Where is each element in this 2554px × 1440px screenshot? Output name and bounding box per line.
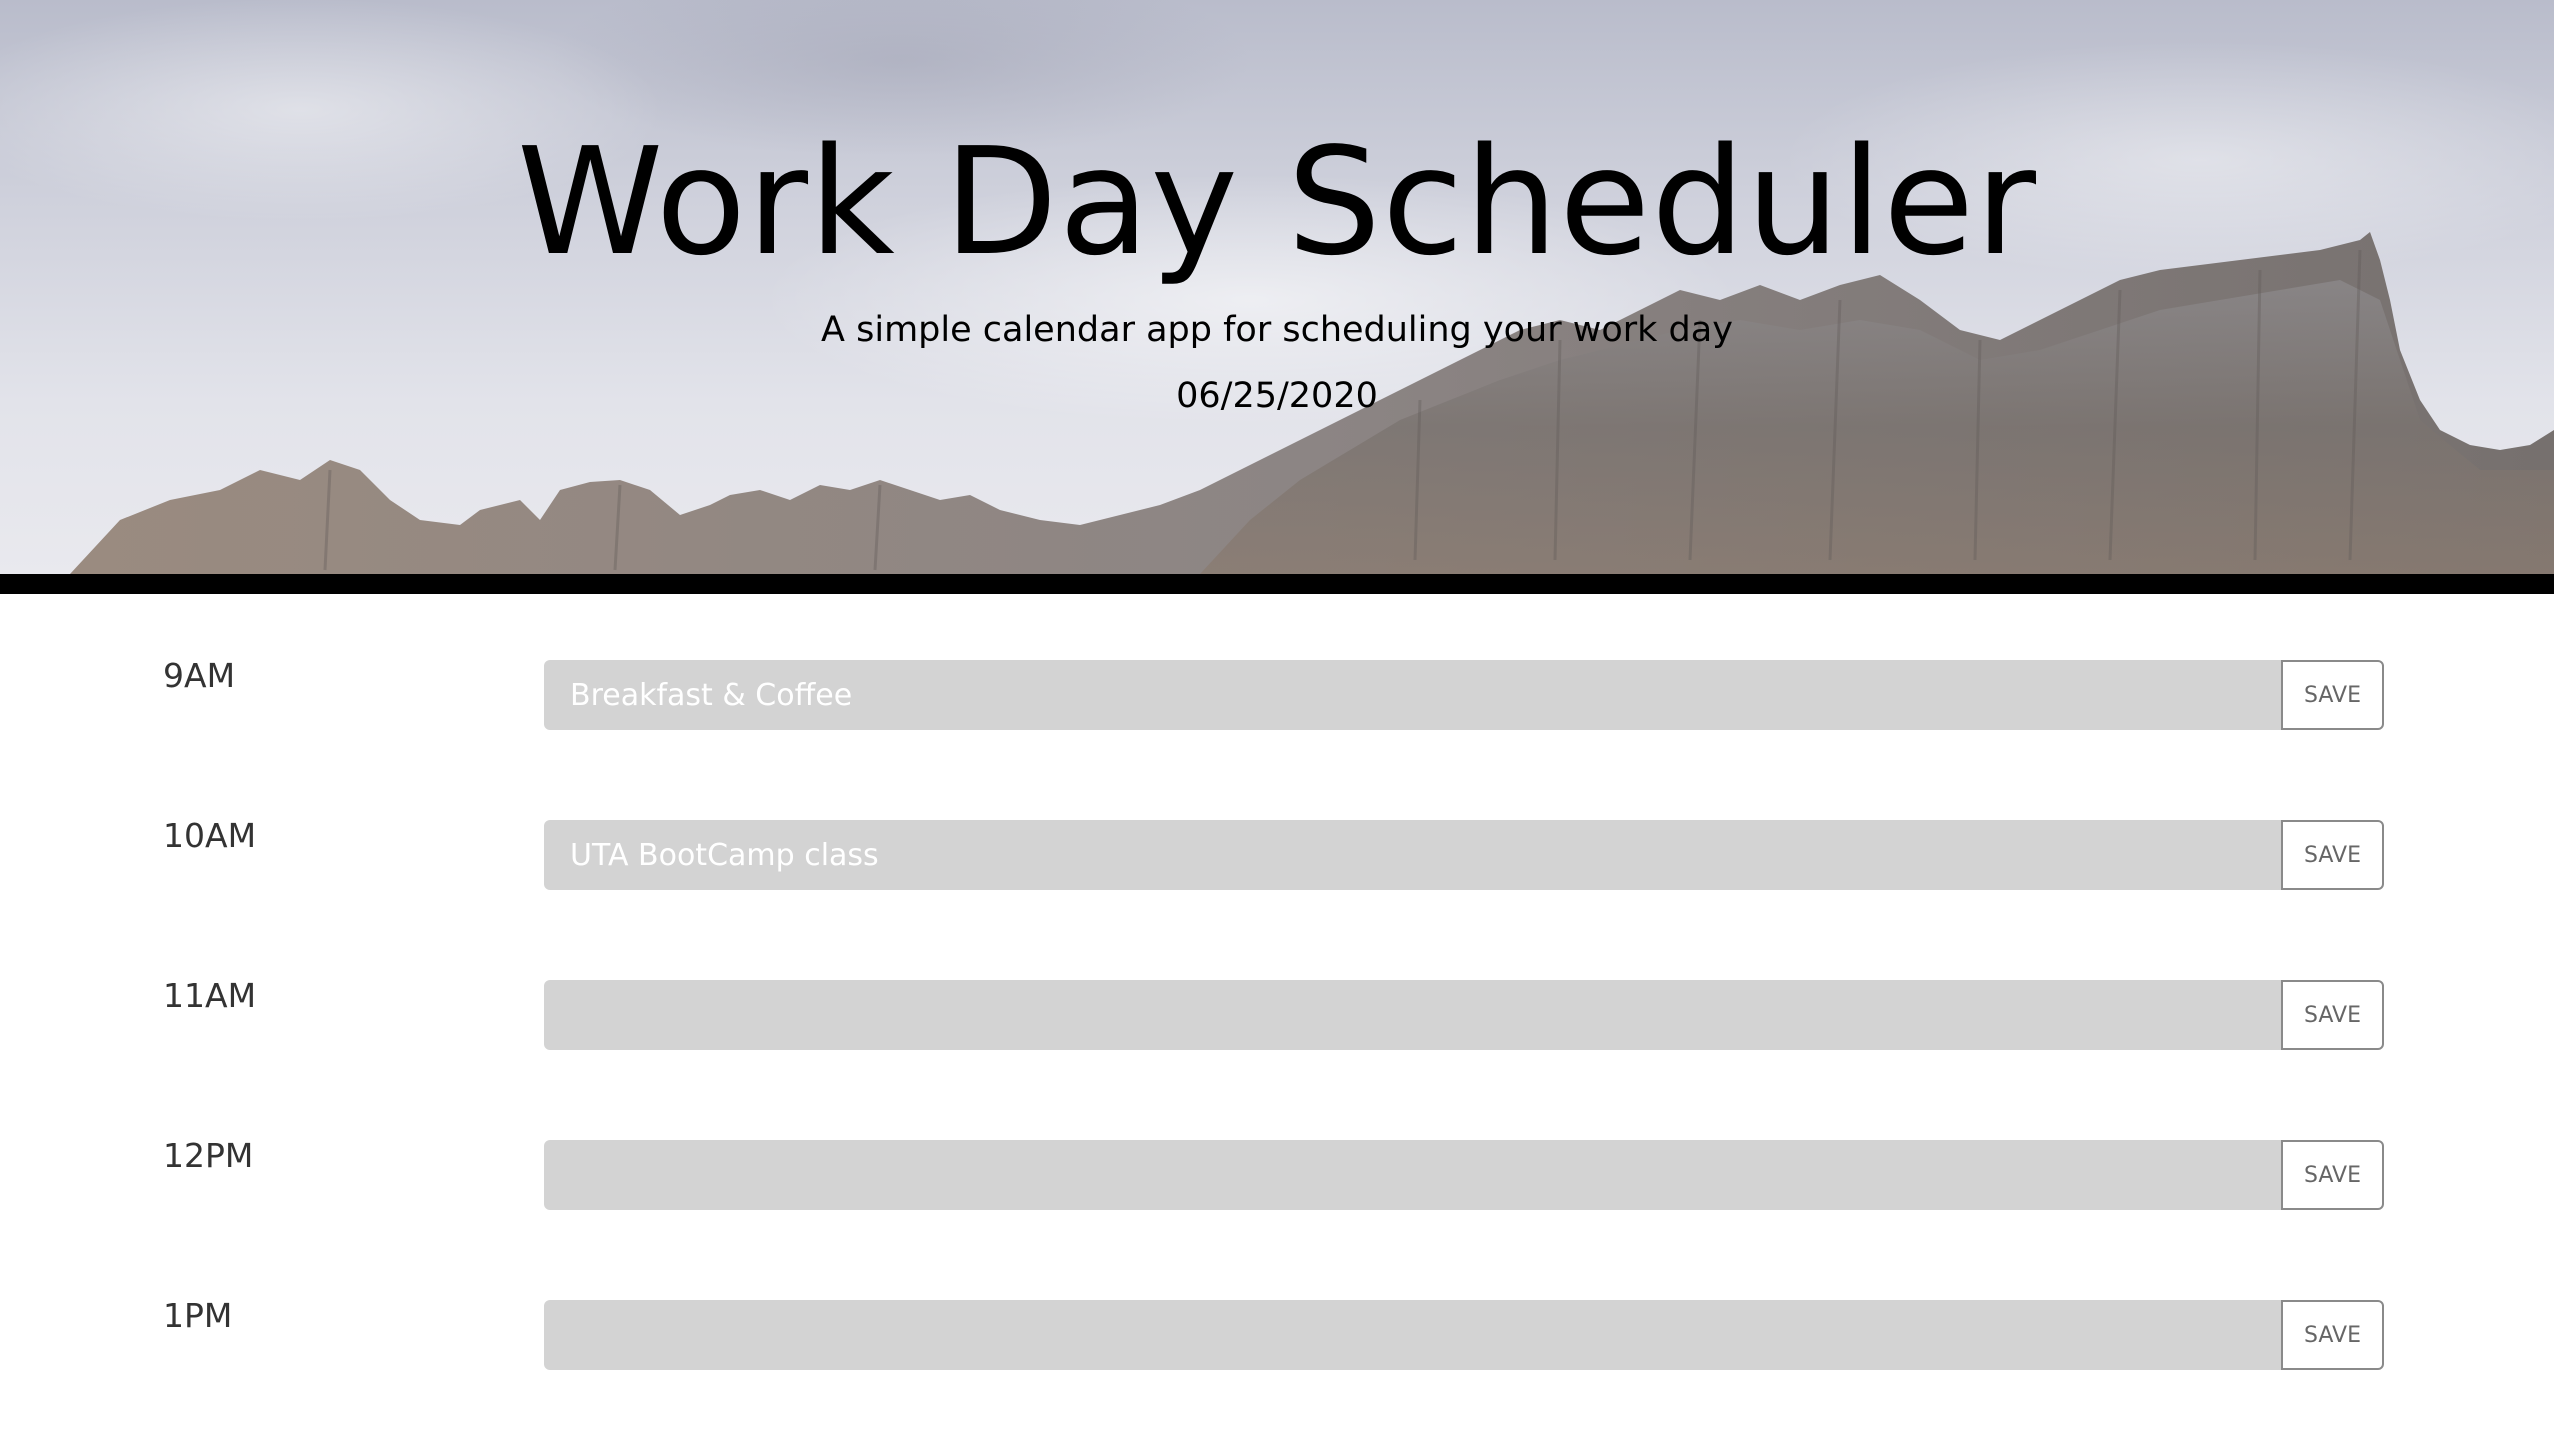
task-input[interactable] (544, 660, 2281, 730)
hour-label: 1PM (163, 1296, 233, 1335)
time-block-row: 1PM SAVE (0, 1296, 2554, 1370)
save-button[interactable]: SAVE (2281, 660, 2384, 730)
hour-label: 11AM (163, 976, 257, 1015)
save-button[interactable]: SAVE (2281, 1300, 2384, 1370)
task-input[interactable] (544, 1140, 2281, 1210)
time-block-row: 10AM SAVE (0, 816, 2554, 890)
hour-label: 10AM (163, 816, 257, 855)
save-button[interactable]: SAVE (2281, 1140, 2384, 1210)
time-block-row: 11AM SAVE (0, 976, 2554, 1050)
task-input[interactable] (544, 820, 2281, 890)
current-date: 06/25/2020 (1176, 376, 1378, 416)
save-button[interactable]: SAVE (2281, 820, 2384, 890)
time-block-row: 12PM SAVE (0, 1136, 2554, 1210)
time-block-row: 9AM SAVE (0, 656, 2554, 730)
task-input[interactable] (544, 980, 2281, 1050)
page-title: Work Day Scheduler (516, 116, 2038, 288)
task-input[interactable] (544, 1300, 2281, 1370)
save-button[interactable]: SAVE (2281, 980, 2384, 1050)
hour-label: 12PM (163, 1136, 254, 1175)
hour-label: 9AM (163, 656, 236, 695)
header-divider (0, 574, 2554, 594)
page-subtitle: A simple calendar app for scheduling you… (821, 310, 1733, 350)
